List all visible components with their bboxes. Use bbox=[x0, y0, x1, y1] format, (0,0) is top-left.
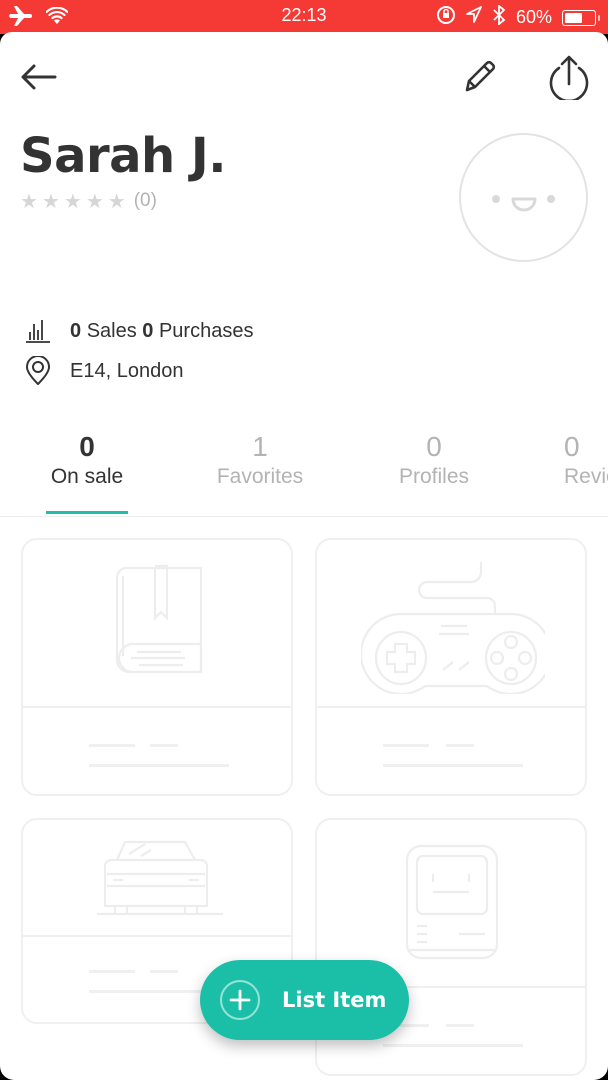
profile-screen: Sarah J. ★ ★ ★ ★ ★ (0) 0 Sales 0 Purchas… bbox=[0, 32, 608, 1080]
user-name: Sarah J. bbox=[20, 128, 227, 184]
star-icon: ★ bbox=[41, 189, 60, 213]
placeholder-line bbox=[383, 1044, 523, 1047]
star-icon: ★ bbox=[85, 189, 104, 213]
list-item-button[interactable]: List Item bbox=[200, 960, 409, 1040]
placeholder-line bbox=[89, 970, 135, 973]
placeholder-card bbox=[315, 538, 587, 796]
location-arrow-icon bbox=[466, 6, 482, 29]
tab-count: 0 bbox=[426, 431, 442, 462]
rating-count: (0) bbox=[133, 190, 157, 211]
card-divider bbox=[317, 706, 585, 708]
location: E14, London bbox=[24, 356, 183, 386]
tab-count: 1 bbox=[252, 431, 268, 462]
rating[interactable]: ★ ★ ★ ★ ★ (0) bbox=[20, 190, 157, 212]
tab-count: 0 bbox=[564, 431, 580, 462]
placeholder-line bbox=[446, 744, 474, 747]
smiley-face-icon bbox=[492, 195, 555, 212]
placeholder-line bbox=[446, 1024, 474, 1027]
list-item-label: List Item bbox=[282, 988, 387, 1012]
back-button[interactable] bbox=[14, 52, 64, 102]
star-icon: ★ bbox=[20, 189, 38, 213]
purchases-count: 0 bbox=[142, 319, 154, 342]
battery-percent: 60% bbox=[515, 7, 552, 27]
location-pin-icon bbox=[26, 356, 50, 385]
card-divider bbox=[23, 706, 291, 708]
share-icon bbox=[549, 55, 589, 100]
tab-label: Favorites bbox=[216, 465, 304, 488]
placeholder-line bbox=[89, 764, 229, 767]
placeholder-card bbox=[21, 538, 293, 796]
tab-label: Profiles bbox=[398, 465, 470, 488]
pencil-icon bbox=[465, 60, 496, 92]
tab-label: On sale bbox=[50, 465, 124, 488]
bluetooth-icon bbox=[492, 4, 506, 30]
tab-label: Reviews bbox=[564, 465, 608, 488]
star-icon: ★ bbox=[107, 189, 126, 213]
book-icon bbox=[115, 564, 203, 674]
sales-purchases-stats: 0 Sales 0 Purchases bbox=[24, 318, 253, 344]
sales-label: Sales bbox=[86, 319, 137, 342]
edit-button[interactable] bbox=[454, 52, 504, 102]
active-tab-indicator bbox=[46, 511, 128, 514]
tab-profiles[interactable]: 0 Profiles bbox=[359, 427, 509, 489]
share-button[interactable] bbox=[542, 50, 596, 104]
purchases-label: Purchases bbox=[158, 319, 254, 342]
tab-favorites[interactable]: 1 Favorites bbox=[185, 427, 335, 489]
card-divider bbox=[23, 935, 291, 937]
placeholder-line bbox=[150, 744, 178, 747]
battery-icon bbox=[562, 9, 600, 26]
arrow-left-icon bbox=[21, 64, 57, 90]
gamepad-icon bbox=[361, 562, 545, 694]
profile-tabs: 0 On sale 1 Favorites 0 Profiles 0 Revie… bbox=[0, 427, 608, 517]
tab-count: 0 bbox=[79, 431, 95, 462]
tab-reviews[interactable]: 0 Reviews bbox=[530, 427, 608, 489]
placeholder-line bbox=[150, 970, 178, 973]
computer-icon bbox=[405, 844, 499, 960]
tab-on-sale[interactable]: 0 On sale bbox=[12, 427, 162, 489]
status-bar: 22:13 60% bbox=[0, 0, 608, 34]
sales-count: 0 bbox=[70, 319, 82, 342]
bar-chart-icon bbox=[26, 320, 50, 343]
placeholder-line bbox=[89, 744, 135, 747]
avatar[interactable] bbox=[459, 133, 588, 262]
placeholder-line bbox=[383, 764, 523, 767]
location-text: E14, London bbox=[70, 359, 184, 382]
placeholder-line bbox=[383, 744, 429, 747]
rotation-lock-icon bbox=[436, 5, 456, 30]
star-icon: ★ bbox=[63, 189, 82, 213]
plus-circle-icon bbox=[220, 980, 260, 1020]
car-icon bbox=[97, 840, 223, 916]
